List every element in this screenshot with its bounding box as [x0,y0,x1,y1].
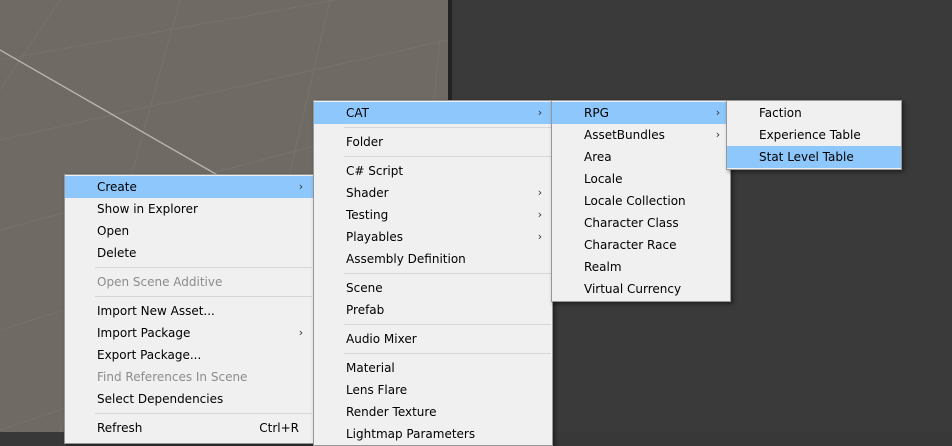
menu-item-cat[interactable]: CAT › [314,102,552,124]
create-submenu: CAT › Folder C# Script Shader › Testing … [313,100,553,446]
menu-item-lens-flare[interactable]: Lens Flare [314,379,552,401]
menu-item-character-race[interactable]: Character Race [552,234,730,256]
menu-item-label: Select Dependencies [97,392,224,406]
menu-item-label: Character Class [584,216,679,230]
menu-item-import-package[interactable]: Import Package › [65,322,313,344]
menu-item-select-dependencies[interactable]: Select Dependencies [65,388,313,410]
menu-item-label: Import New Asset... [97,304,215,318]
menu-item-open[interactable]: Open [65,220,313,242]
menu-separator [344,353,551,354]
menu-item-locale[interactable]: Locale [552,168,730,190]
menu-item-virtual-currency[interactable]: Virtual Currency [552,278,730,300]
menu-item-shader[interactable]: Shader › [314,182,552,204]
chevron-right-icon: › [715,106,721,119]
menu-item-label: Scene [346,281,383,295]
menu-item-label: Find References In Scene [97,370,248,384]
menu-item-label: Assembly Definition [346,252,466,266]
chevron-right-icon: › [537,230,543,243]
menu-item-label: CAT [346,106,369,120]
menu-item-experience-table[interactable]: Experience Table [727,124,901,146]
menu-item-render-texture[interactable]: Render Texture [314,401,552,423]
menu-item-delete[interactable]: Delete [65,242,313,264]
menu-item-find-references: Find References In Scene [65,366,313,388]
menu-item-label: Virtual Currency [584,282,682,296]
menu-item-label: Show in Explorer [97,202,198,216]
menu-item-import-new-asset[interactable]: Import New Asset... [65,300,313,322]
menu-item-label: Stat Level Table [759,150,854,164]
menu-item-label: Audio Mixer [346,332,417,346]
menu-separator [344,324,551,325]
menu-item-label: Realm [584,260,622,274]
menu-item-faction[interactable]: Faction [727,102,901,124]
menu-item-shortcut: Ctrl+R [259,421,299,435]
menu-item-label: AssetBundles [584,128,665,142]
menu-item-refresh[interactable]: Refresh Ctrl+R [65,417,313,439]
menu-item-area[interactable]: Area [552,146,730,168]
scene-axis-line [0,49,241,189]
menu-item-label: Import Package [97,326,191,340]
menu-item-testing[interactable]: Testing › [314,204,552,226]
menu-item-open-scene-additive: Open Scene Additive [65,271,313,293]
menu-item-label: Delete [97,246,137,260]
menu-item-label: Folder [346,135,384,149]
chevron-right-icon: › [298,180,304,193]
menu-item-label: Shader [346,186,389,200]
menu-item-assembly-definition[interactable]: Assembly Definition [314,248,552,270]
chevron-right-icon: › [537,208,543,221]
context-menu: Create › Show in Explorer Open Delete Op… [64,174,314,444]
menu-item-label: Area [584,150,612,164]
menu-separator [95,413,312,414]
menu-item-prefab[interactable]: Prefab [314,299,552,321]
menu-item-label: Lens Flare [346,383,408,397]
menu-item-label: Lightmap Parameters [346,427,476,441]
chevron-right-icon: › [715,128,721,141]
menu-item-label: Material [346,361,395,375]
menu-item-label: Refresh [97,421,143,435]
menu-item-label: Render Texture [346,405,437,419]
menu-item-label: Export Package... [97,348,202,362]
menu-separator [95,267,312,268]
chevron-right-icon: › [537,106,543,119]
menu-item-locale-collection[interactable]: Locale Collection [552,190,730,212]
menu-item-label: Open Scene Additive [97,275,223,289]
chevron-right-icon: › [537,186,543,199]
menu-item-label: Locale [584,172,623,186]
menu-item-label: Experience Table [759,128,861,142]
menu-separator [344,156,551,157]
menu-item-label: Open [97,224,130,238]
menu-item-lightmap-parameters[interactable]: Lightmap Parameters [314,423,552,445]
chevron-right-icon: › [298,326,304,339]
menu-item-rpg[interactable]: RPG › [552,102,730,124]
menu-item-material[interactable]: Material [314,357,552,379]
menu-item-character-class[interactable]: Character Class [552,212,730,234]
menu-item-scene[interactable]: Scene [314,277,552,299]
menu-separator [344,273,551,274]
menu-item-create[interactable]: Create › [65,176,313,198]
menu-item-realm[interactable]: Realm [552,256,730,278]
menu-item-label: RPG [584,106,609,120]
menu-item-label: Playables [346,230,403,244]
menu-item-label: Testing [346,208,389,222]
menu-item-stat-level-table[interactable]: Stat Level Table [727,146,901,168]
menu-item-label: Prefab [346,303,385,317]
menu-item-playables[interactable]: Playables › [314,226,552,248]
menu-item-show-in-explorer[interactable]: Show in Explorer [65,198,313,220]
menu-item-export-package[interactable]: Export Package... [65,344,313,366]
menu-item-audio-mixer[interactable]: Audio Mixer [314,328,552,350]
menu-separator [344,127,551,128]
menu-item-label: Locale Collection [584,194,686,208]
menu-item-label: Faction [759,106,802,120]
rpg-submenu: Faction Experience Table Stat Level Tabl… [726,100,902,170]
menu-item-folder[interactable]: Folder [314,131,552,153]
menu-item-label: Create [97,180,137,194]
menu-item-assetbundles[interactable]: AssetBundles › [552,124,730,146]
menu-item-csharp-script[interactable]: C# Script [314,160,552,182]
menu-separator [95,296,312,297]
menu-item-label: C# Script [346,164,404,178]
cat-submenu: RPG › AssetBundles › Area Locale Locale … [551,100,731,302]
menu-item-label: Character Race [584,238,677,252]
